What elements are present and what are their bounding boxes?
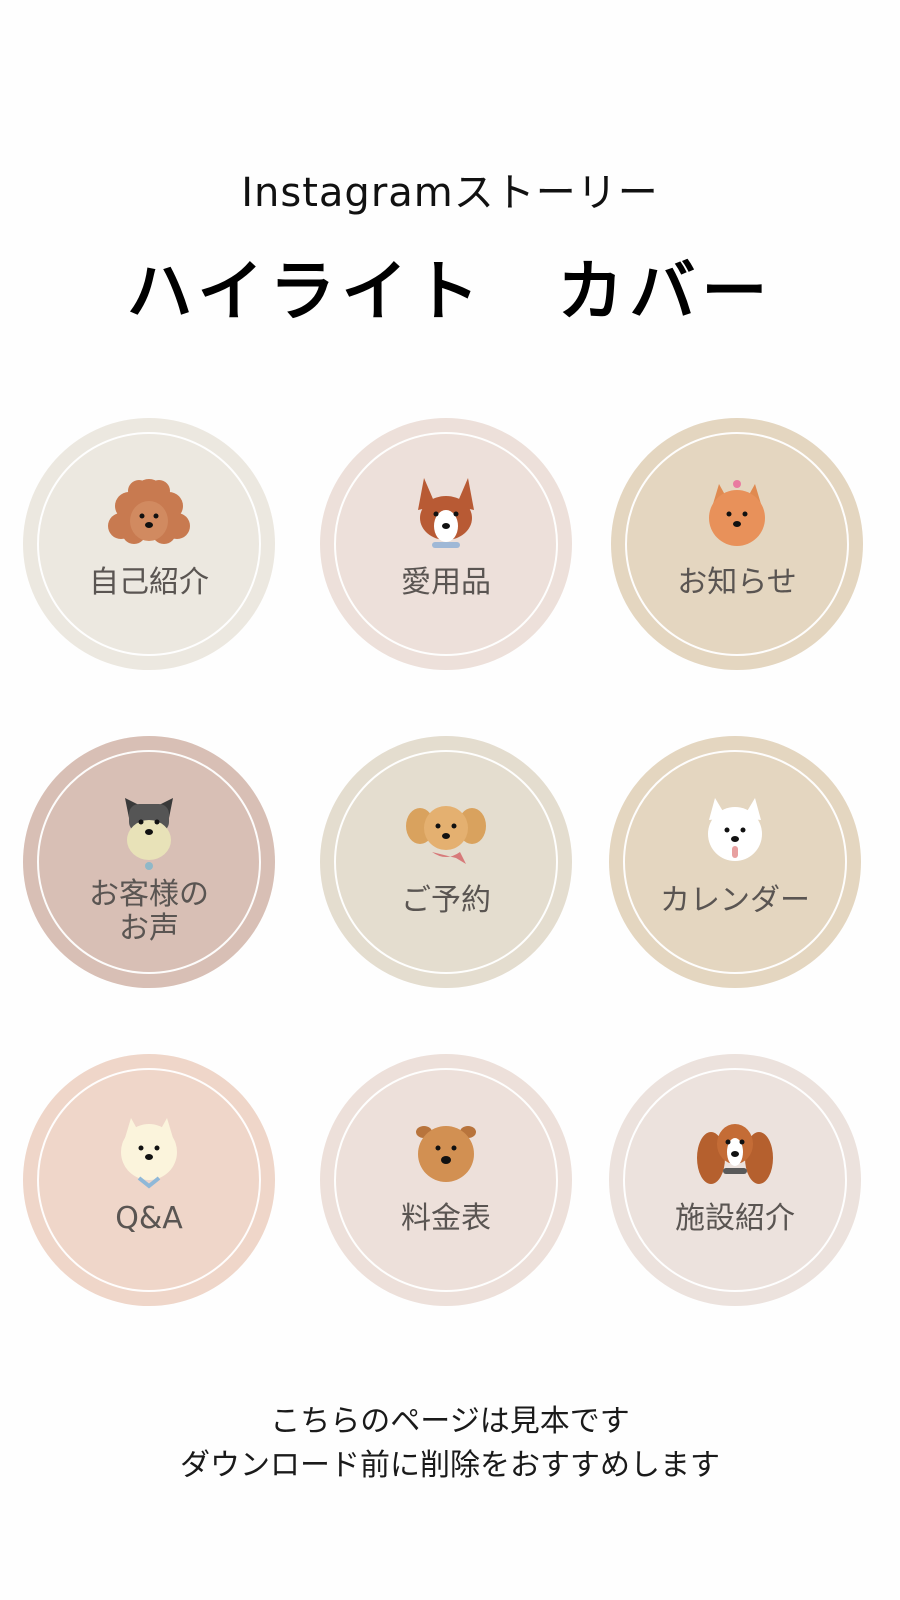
cover-label-line1: お客様の [89, 877, 209, 912]
cover-label: Q&A [115, 1201, 183, 1236]
highlight-cover-aiyohin[interactable]: 愛用品 [320, 418, 572, 670]
schnauzer-icon [125, 798, 173, 870]
footer-note-line1: こちらのページは見本です [270, 1404, 630, 1439]
pomeranian-icon [709, 480, 765, 546]
highlight-cover-ryokinhyo[interactable]: 料金表 [320, 1054, 572, 1306]
highlight-cover-jiko-shokai[interactable]: 自己紹介 [23, 418, 275, 670]
cover-label: カレンダー [660, 883, 810, 918]
highlight-cover-oshirase[interactable]: お知らせ [611, 418, 863, 670]
footer-note-line2: ダウンロード前に削除をおすすめします [180, 1448, 720, 1483]
cover-label-line2: お声 [119, 911, 179, 946]
samoyed-icon [121, 1118, 177, 1189]
highlight-cover-qa[interactable]: Q&A [23, 1054, 275, 1306]
cover-label: 愛用品 [401, 565, 491, 600]
page-title: ハイライト カバー [126, 253, 774, 330]
cover-label: 自己紹介 [89, 565, 209, 600]
cover-label: ご予約 [401, 883, 491, 918]
highlight-cover-goyoyaku[interactable]: ご予約 [320, 736, 572, 988]
corgi-icon [418, 478, 474, 548]
highlight-cover-calendar[interactable]: カレンダー [609, 736, 861, 988]
cover-label: お知らせ [677, 565, 797, 600]
poodle-icon [108, 479, 190, 544]
basset-icon [697, 1124, 773, 1184]
page-subtitle: Instagramストーリー [241, 170, 659, 216]
cover-label: 施設紹介 [675, 1201, 795, 1236]
highlight-cover-shisetsu[interactable]: 施設紹介 [609, 1054, 861, 1306]
cover-label: 料金表 [401, 1201, 491, 1236]
chow-chow-icon [416, 1126, 476, 1182]
highlight-cover-okyakusama[interactable]: お客様の お声 [23, 736, 275, 988]
spitz-icon [708, 798, 762, 861]
golden-dog-icon [406, 806, 486, 864]
